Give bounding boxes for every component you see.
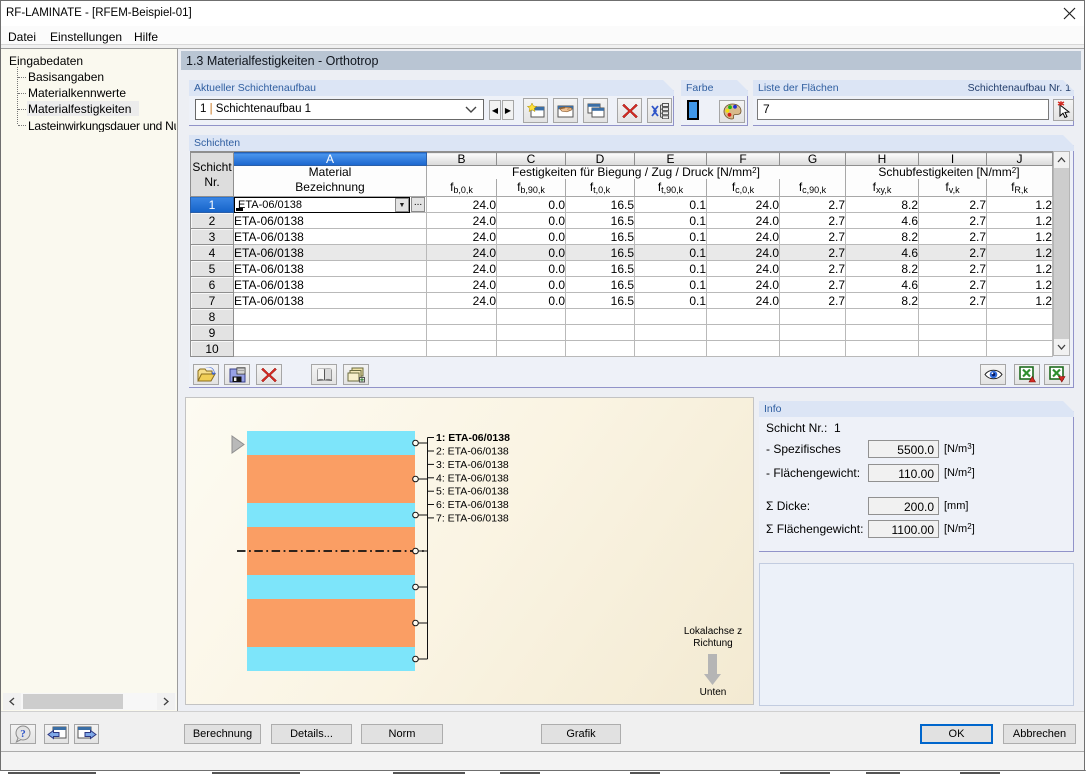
svg-text:7: ETA-06/0138: 7: ETA-06/0138 bbox=[436, 512, 509, 524]
svg-text:Unten: Unten bbox=[700, 687, 727, 698]
svg-text:Lokalachse z: Lokalachse z bbox=[684, 626, 742, 637]
svg-text:5: ETA-06/0138: 5: ETA-06/0138 bbox=[436, 486, 509, 498]
svg-text:3: ETA-06/0138: 3: ETA-06/0138 bbox=[436, 459, 509, 471]
svg-text:2: ETA-06/0138: 2: ETA-06/0138 bbox=[436, 446, 509, 458]
svg-text:6: ETA-06/0138: 6: ETA-06/0138 bbox=[436, 499, 509, 511]
svg-text:4: ETA-06/0138: 4: ETA-06/0138 bbox=[436, 472, 509, 484]
svg-text:?: ? bbox=[20, 728, 26, 740]
svg-text:Richtung: Richtung bbox=[693, 638, 732, 649]
svg-text:1: ETA-06/0138: 1: ETA-06/0138 bbox=[436, 432, 510, 444]
